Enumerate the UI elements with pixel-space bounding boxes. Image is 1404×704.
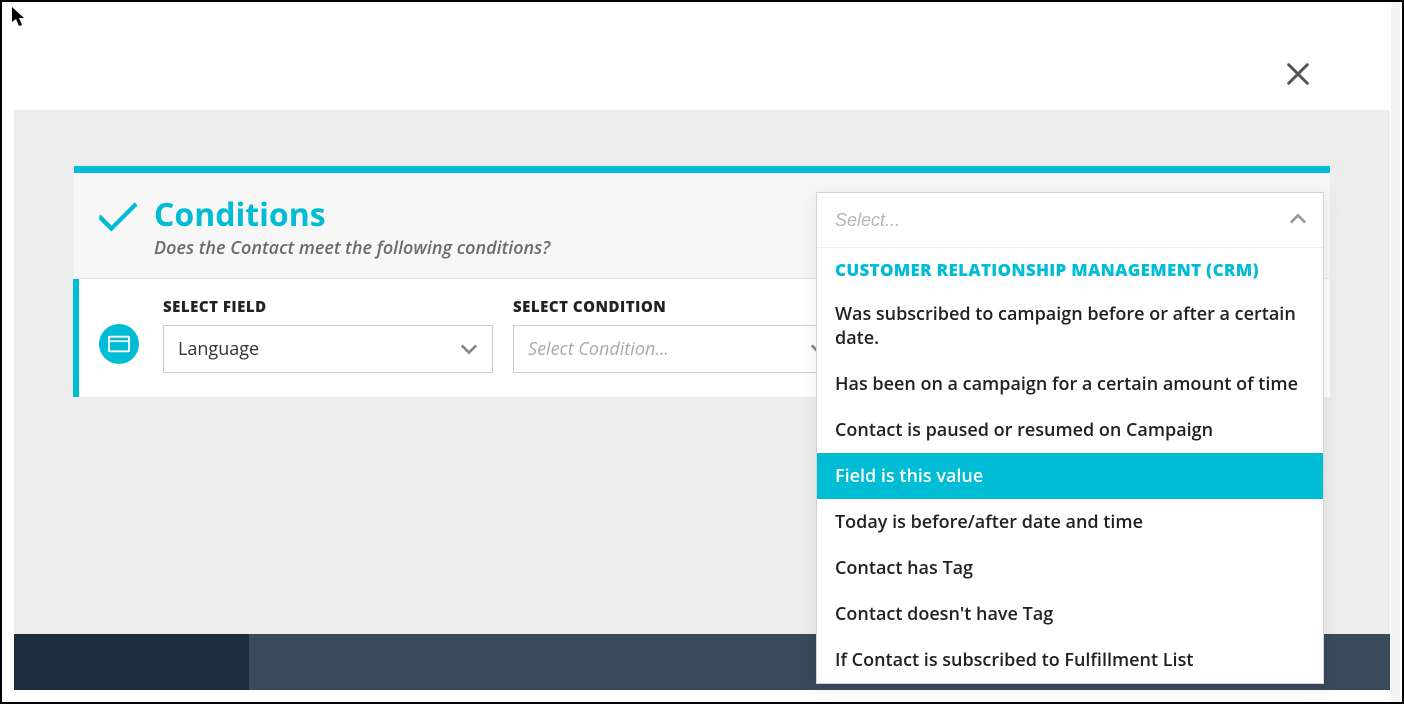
- dropdown-item[interactable]: If Contact is subscribed to Fulfillment …: [817, 637, 1323, 683]
- footer-bar-accent: [14, 634, 249, 690]
- check-icon: [98, 199, 138, 235]
- close-icon[interactable]: [1284, 52, 1312, 98]
- dropdown-item[interactable]: Today is before/after date and time: [817, 499, 1323, 545]
- condition-dropdown-menu: CUSTOMER RELATIONSHIP MANAGEMENT (CRM) W…: [816, 192, 1324, 684]
- select-field-label: SELECT FIELD: [163, 297, 493, 317]
- select-condition-label: SELECT CONDITION: [513, 297, 843, 317]
- select-field-value: Language: [178, 337, 259, 361]
- panel-subtitle: Does the Contact meet the following cond…: [154, 236, 550, 260]
- chevron-down-icon: [460, 343, 478, 355]
- dropdown-group-header: CUSTOMER RELATIONSHIP MANAGEMENT (CRM): [817, 247, 1323, 291]
- select-field-group: SELECT FIELD Language: [163, 297, 493, 373]
- dropdown-item[interactable]: Field is this value: [817, 453, 1323, 499]
- select-condition-dropdown[interactable]: Select Condition...: [513, 325, 843, 373]
- dropdown-item[interactable]: Contact is paused or resumed on Campaign: [817, 407, 1323, 453]
- dropdown-search-input[interactable]: [817, 193, 1323, 247]
- dropdown-item[interactable]: Was subscribed to campaign before or aft…: [817, 291, 1323, 361]
- scrollbar-track[interactable]: [1391, 2, 1400, 702]
- select-condition-placeholder: Select Condition...: [528, 337, 669, 361]
- select-condition-group: SELECT CONDITION Select Condition...: [513, 297, 843, 373]
- dropdown-item[interactable]: Contact doesn't have Tag: [817, 591, 1323, 637]
- panel-title: Conditions: [154, 197, 550, 232]
- chevron-up-icon[interactable]: [1289, 213, 1307, 225]
- dropdown-item[interactable]: Has been on a campaign for a certain amo…: [817, 361, 1323, 407]
- field-type-icon: [99, 324, 139, 364]
- dropdown-item[interactable]: Contact has Tag: [817, 545, 1323, 591]
- mouse-cursor: [12, 7, 28, 30]
- select-field-dropdown[interactable]: Language: [163, 325, 493, 373]
